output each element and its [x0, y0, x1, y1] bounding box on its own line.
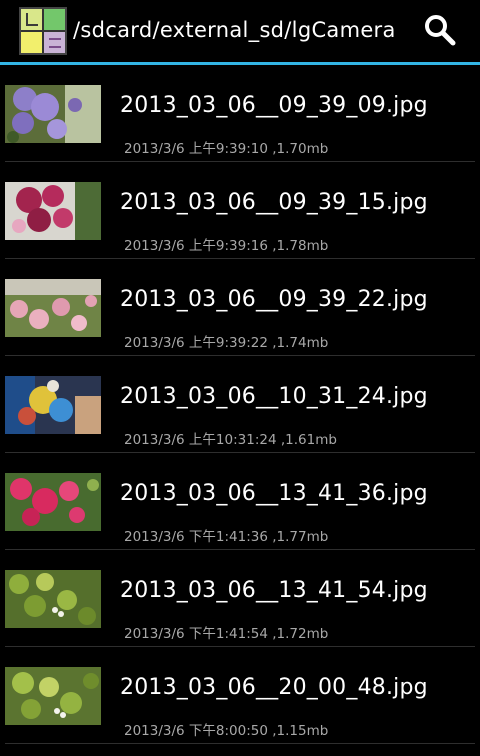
file-meta: 2013/3/6 上午9:39:22 ,1.74mb	[124, 335, 329, 351]
photo-thumbnail	[5, 182, 101, 240]
photo-thumbnail	[5, 667, 101, 725]
file-name: 2013_03_06__20_00_48.jpg	[120, 675, 428, 700]
list-item[interactable]: 2013_03_06__09_39_09.jpg 2013/3/6 上午9:39…	[0, 65, 480, 162]
list-item[interactable]: 2013_03_06__13_41_54.jpg 2013/3/6 下午1:41…	[0, 550, 480, 647]
file-list: 2013_03_06__09_39_09.jpg 2013/3/6 上午9:39…	[0, 65, 480, 744]
file-meta: 2013/3/6 上午9:39:16 ,1.78mb	[124, 238, 329, 254]
action-bar: /sdcard/external_sd/lgCamera	[0, 0, 480, 62]
photo-thumbnail	[5, 376, 101, 434]
list-item[interactable]: 2013_03_06__09_39_22.jpg 2013/3/6 上午9:39…	[0, 259, 480, 356]
photo-thumbnail	[5, 85, 101, 143]
list-item[interactable]: 2013_03_06__13_41_36.jpg 2013/3/6 下午1:41…	[0, 453, 480, 550]
file-name: 2013_03_06__13_41_54.jpg	[120, 578, 428, 603]
file-name: 2013_03_06__09_39_22.jpg	[120, 287, 428, 312]
file-name: 2013_03_06__10_31_24.jpg	[120, 384, 428, 409]
list-item[interactable]: 2013_03_06__09_39_15.jpg 2013/3/6 上午9:39…	[0, 162, 480, 259]
file-meta: 2013/3/6 下午8:00:50 ,1.15mb	[124, 723, 329, 739]
file-meta: 2013/3/6 下午1:41:36 ,1.77mb	[124, 529, 329, 545]
file-name: 2013_03_06__09_39_09.jpg	[120, 93, 428, 118]
list-item[interactable]: 2013_03_06__10_31_24.jpg 2013/3/6 上午10:3…	[0, 356, 480, 453]
row-divider	[5, 743, 475, 744]
file-name: 2013_03_06__09_39_15.jpg	[120, 190, 428, 215]
photo-thumbnail	[5, 473, 101, 531]
file-name: 2013_03_06__13_41_36.jpg	[120, 481, 428, 506]
file-meta: 2013/3/6 上午9:39:10 ,1.70mb	[124, 141, 329, 157]
current-path-title: /sdcard/external_sd/lgCamera	[73, 18, 396, 42]
file-manager-icon[interactable]	[19, 7, 67, 55]
photo-thumbnail	[5, 279, 101, 337]
list-item[interactable]: 2013_03_06__20_00_48.jpg 2013/3/6 下午8:00…	[0, 647, 480, 744]
file-meta: 2013/3/6 下午1:41:54 ,1.72mb	[124, 626, 329, 642]
file-meta: 2013/3/6 上午10:31:24 ,1.61mb	[124, 432, 337, 448]
search-icon[interactable]	[420, 10, 462, 52]
photo-thumbnail	[5, 570, 101, 628]
